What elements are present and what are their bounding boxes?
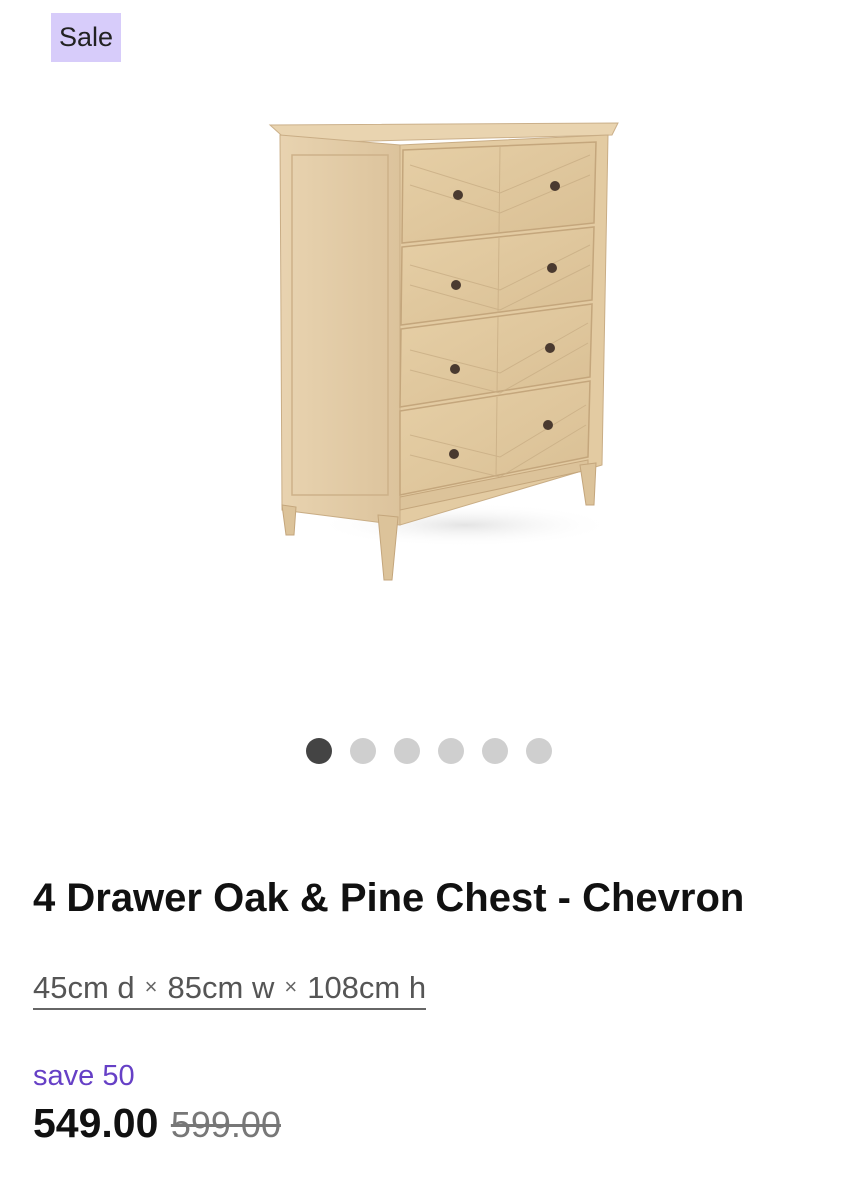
carousel-dot-5[interactable] <box>482 738 508 764</box>
product-image[interactable] <box>250 105 630 595</box>
carousel-dots <box>306 738 552 766</box>
product-title: 4 Drawer Oak & Pine Chest - Chevron <box>33 876 745 920</box>
product-page: Sale 4 Drawer Oak & Pine Chest - Chevron… <box>0 0 861 1200</box>
current-price: 549.00 <box>33 1100 159 1146</box>
depth-value: 45cm d <box>33 970 135 1005</box>
carousel-dot-1[interactable] <box>306 738 332 764</box>
width-value: 85cm w <box>167 970 275 1005</box>
sale-badge: Sale <box>51 13 121 62</box>
carousel-dot-3[interactable] <box>394 738 420 764</box>
save-amount: save 50 <box>33 1060 135 1092</box>
carousel-dot-6[interactable] <box>526 738 552 764</box>
product-dimensions-link[interactable]: 45cm d × 85cm w × 108cm h <box>33 970 427 1010</box>
carousel-dot-2[interactable] <box>350 738 376 764</box>
times-separator: × <box>144 974 158 999</box>
chest-of-drawers-image <box>268 122 619 581</box>
price-row: 549.00 599.00 <box>33 1100 281 1147</box>
times-separator: × <box>284 974 298 999</box>
carousel-dot-4[interactable] <box>438 738 464 764</box>
original-price: 599.00 <box>170 1104 281 1145</box>
height-value: 108cm h <box>307 970 427 1005</box>
